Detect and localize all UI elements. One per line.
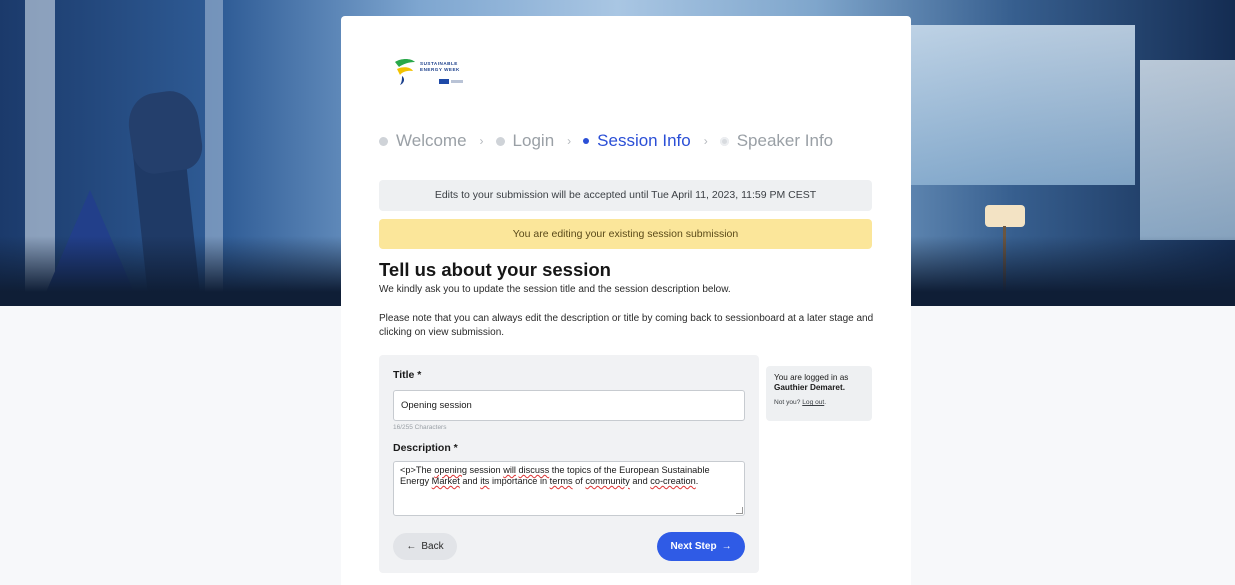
page-title: Tell us about your session [379, 259, 611, 280]
resize-handle-icon[interactable] [736, 507, 743, 514]
description-textarea[interactable]: <p>The opening session will discuss the … [393, 461, 745, 516]
logo-text-line2: ENERGY WEEK [420, 67, 460, 72]
logout-link[interactable]: Log out [802, 399, 824, 406]
step-dot-icon [379, 136, 388, 146]
back-button[interactable]: ← Back [393, 533, 457, 560]
step-speaker-info[interactable]: Speaker Info [719, 131, 833, 151]
user-name: Gauthier Demaret. [774, 383, 845, 392]
intro-text: We kindly ask you to update the session … [379, 284, 731, 295]
next-step-button[interactable]: Next Step → [657, 532, 745, 561]
step-dot-icon [719, 136, 729, 146]
note-text: Please note that you can always edit the… [379, 313, 874, 338]
title-char-count: 16/255 Characters [393, 424, 447, 431]
sustainable-energy-week-logo: SUSTAINABLE ENERGY WEEK [393, 56, 483, 88]
step-dot-icon [495, 136, 505, 146]
arrow-left-icon: ← [406, 541, 417, 552]
logo-text-line1: SUSTAINABLE [420, 61, 458, 66]
logged-in-label: You are logged in as [774, 373, 849, 382]
step-session-info[interactable]: Session Info [583, 131, 691, 151]
account-panel: You are logged in as Gauthier Demaret. N… [766, 366, 872, 421]
step-login[interactable]: Login [495, 131, 554, 151]
title-label: Title * [393, 369, 422, 381]
logo-mark-icon [395, 59, 415, 85]
eu-flag-icon [439, 79, 449, 84]
description-label: Description * [393, 442, 458, 454]
chevron-right-icon: › [479, 134, 484, 148]
step-dot-icon [583, 138, 590, 144]
chevron-right-icon: › [567, 134, 572, 148]
deadline-notice: Edits to your submission will be accepte… [379, 180, 872, 211]
chevron-right-icon: › [703, 134, 708, 148]
progress-steps: Welcome › Login › Session Info › Speaker… [379, 129, 833, 153]
title-input[interactable] [393, 390, 745, 421]
step-welcome[interactable]: Welcome [379, 131, 467, 151]
editing-notice: You are editing your existing session su… [379, 219, 872, 249]
arrow-right-icon: → [721, 541, 732, 552]
